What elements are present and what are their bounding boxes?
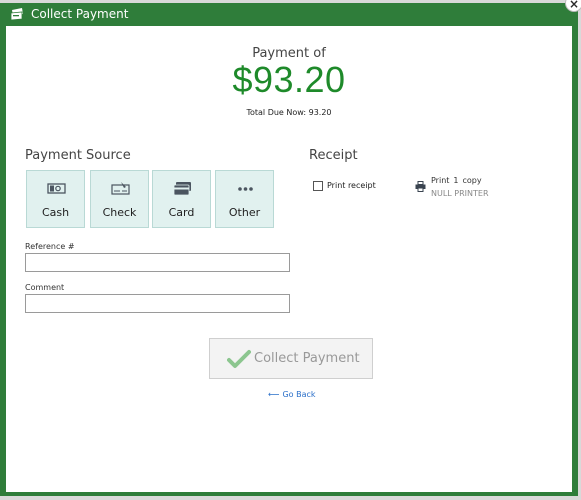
- other-button[interactable]: Other: [215, 170, 274, 228]
- total-due-text: Total Due Now: 93.20: [246, 108, 332, 117]
- dialog-content: Payment of $93.20 Total Due Now: 93.20 P…: [6, 26, 572, 492]
- check-icon: [111, 182, 130, 195]
- payment-logo-icon: [10, 8, 23, 21]
- title-bar: Collect Payment: [0, 3, 578, 26]
- print-copy-line: Print 1 copy: [431, 176, 482, 185]
- print-label: Print: [431, 176, 450, 185]
- card-button[interactable]: Card: [152, 170, 211, 228]
- checkbox-box[interactable]: [313, 181, 323, 191]
- copy-label: copy: [462, 176, 482, 185]
- collect-payment-label: Collect Payment: [254, 351, 360, 366]
- check-button[interactable]: Check: [90, 170, 149, 228]
- cash-button[interactable]: Cash: [26, 170, 85, 228]
- printer-icon: [415, 181, 426, 192]
- checkmark-icon: [227, 350, 251, 368]
- comment-label: Comment: [25, 283, 65, 292]
- back-arrow-icon: ⟵: [268, 390, 280, 399]
- printer-name: NULL PRINTER: [431, 189, 489, 198]
- more-icon: [238, 187, 253, 191]
- reference-input[interactable]: [25, 253, 290, 272]
- print-receipt-label: Print receipt: [327, 181, 376, 190]
- card-icon: [173, 182, 191, 196]
- cash-icon: [47, 183, 66, 194]
- other-label: Other: [228, 206, 261, 219]
- go-back-link[interactable]: ⟵ Go Back: [268, 390, 316, 399]
- card-label: Card: [168, 206, 195, 219]
- check-label: Check: [102, 206, 137, 219]
- collect-payment-dialog: Collect Payment Payment of $93.20 Total …: [0, 0, 581, 496]
- dialog-title: Collect Payment: [31, 7, 129, 21]
- go-back-label: Go Back: [282, 390, 316, 399]
- cash-label: Cash: [41, 206, 70, 219]
- payment-amount: $93.20: [232, 59, 346, 100]
- payment-source-title: Payment Source: [25, 148, 131, 163]
- copy-count[interactable]: 1: [453, 176, 458, 185]
- collect-payment-button[interactable]: Collect Payment: [209, 338, 373, 379]
- comment-input[interactable]: [25, 294, 290, 313]
- reference-label: Reference #: [25, 242, 75, 251]
- receipt-title: Receipt: [309, 148, 358, 163]
